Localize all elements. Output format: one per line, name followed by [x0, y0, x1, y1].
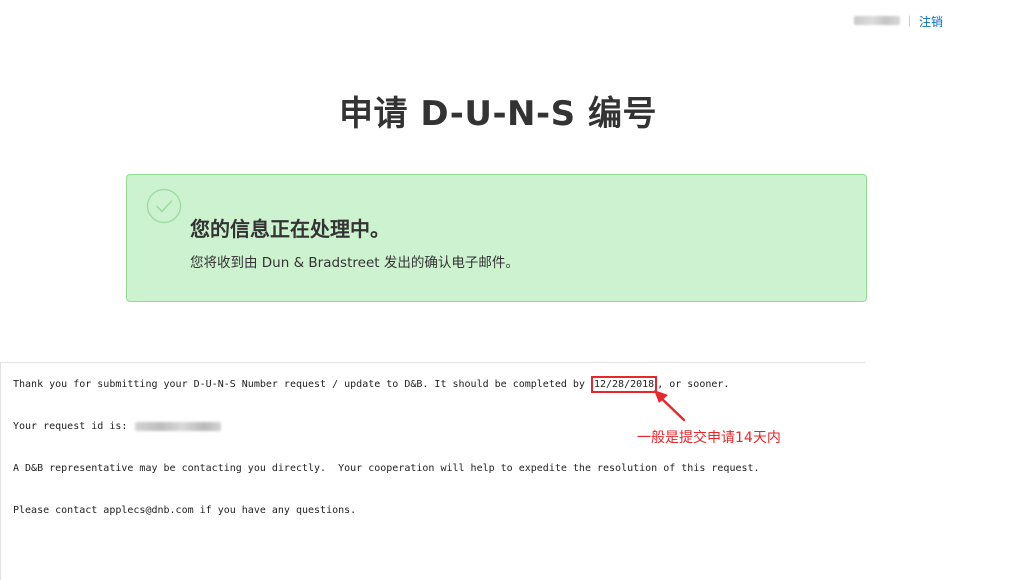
user-name-redacted [854, 16, 900, 25]
email-line-contact: Please contact applecs@dnb.com if you ha… [13, 505, 357, 516]
status-notice: 您的信息正在处理中。 您将收到由 Dun & Bradstreet 发出的确认电… [126, 174, 867, 302]
email-line-completion: Thank you for submitting your D-U-N-S Nu… [13, 376, 729, 393]
page-title: 申请 D-U-N-S 编号 [339, 94, 657, 134]
top-divider: | [908, 13, 912, 27]
email-line1-prefix: Thank you for submitting your D-U-N-S Nu… [13, 379, 591, 390]
request-id-redacted [135, 421, 222, 431]
request-id-label: Your request id is: [13, 421, 134, 432]
logout-link[interactable]: 注销 [919, 13, 943, 30]
check-circle-icon [146, 188, 182, 224]
confirmation-email: Thank you for submitting your D-U-N-S Nu… [0, 362, 865, 580]
arrow-icon [654, 390, 686, 422]
notice-subtext: 您将收到由 Dun & Bradstreet 发出的确认电子邮件。 [190, 255, 519, 271]
top-bar: | 注销 [0, 12, 988, 32]
email-line-representative: A D&B representative may be contacting y… [13, 463, 760, 474]
notice-heading: 您的信息正在处理中。 [190, 217, 390, 241]
completion-date: 12/28/2018 [590, 376, 658, 393]
annotation-label: 一般是提交申请14天内 [637, 430, 781, 446]
email-line-request-id: Your request id is: [13, 421, 222, 432]
